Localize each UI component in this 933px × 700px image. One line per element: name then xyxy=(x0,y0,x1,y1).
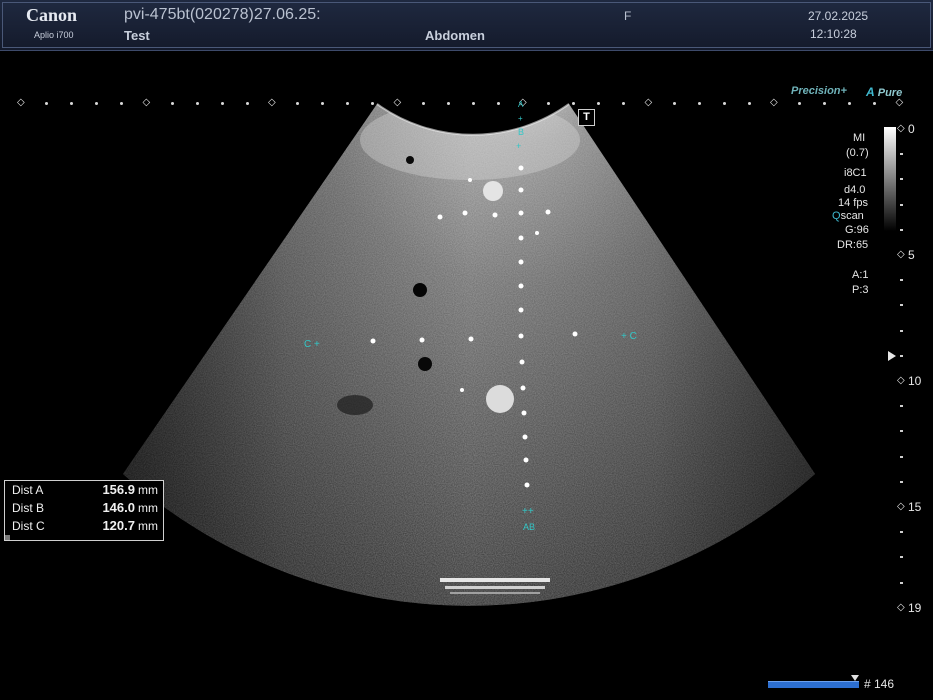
sector-image xyxy=(123,104,815,606)
lateral-scale-minor-tick xyxy=(421,102,425,105)
lateral-scale-minor-tick xyxy=(747,102,751,105)
lateral-scale-major-tick: ◇ xyxy=(393,97,402,108)
depth-label: 19 xyxy=(908,600,922,615)
measurement-unit: mm xyxy=(138,501,158,515)
qscan-label: Qscan xyxy=(832,210,864,222)
measurement-row: Dist A 156.9 mm xyxy=(5,481,163,499)
depth-minor-tick xyxy=(900,405,903,408)
measurement-unit: mm xyxy=(138,519,158,533)
depth-label: 10 xyxy=(908,374,922,388)
measurement-table-handle[interactable] xyxy=(5,535,10,540)
focus-marker[interactable] xyxy=(888,351,896,361)
lateral-scale-major-tick: ◇ xyxy=(644,97,653,108)
apure-label: A Pure xyxy=(866,85,902,99)
caliper-c-left[interactable]: C + xyxy=(304,340,320,350)
probe-name: i8C1 xyxy=(844,167,867,179)
depth-minor-tick xyxy=(900,203,903,206)
depth-minor-tick xyxy=(900,354,903,357)
p-value: P:3 xyxy=(852,284,869,296)
apure-text: Pure xyxy=(877,87,903,99)
transducer-orientation-marker: T xyxy=(578,109,595,126)
depth-focus: d4.0 xyxy=(844,184,866,196)
lateral-scale-minor-tick xyxy=(195,102,199,105)
lateral-scale-minor-tick xyxy=(220,102,224,105)
depth-major-tick: ◇ xyxy=(897,249,905,260)
measurement-value: 120.7 xyxy=(102,518,135,533)
depth-minor-tick xyxy=(900,329,903,332)
a-value: A:1 xyxy=(852,269,869,281)
depth-minor-tick xyxy=(900,556,903,559)
gain-value: G:96 xyxy=(845,224,869,236)
ultrasound-image xyxy=(123,103,815,606)
grayscale-bar xyxy=(884,127,896,231)
cine-progress-bar[interactable] xyxy=(768,681,859,688)
frame-count: # 146 xyxy=(864,677,895,691)
caliper-b-top-label: B xyxy=(518,127,525,137)
caliper-b-cross[interactable]: + xyxy=(516,141,521,151)
mi-label: MI xyxy=(853,132,866,144)
depth-label: 0 xyxy=(908,122,915,136)
caliper-a-top[interactable]: A xyxy=(518,100,523,110)
lateral-scale-minor-tick xyxy=(245,102,249,105)
lateral-scale-minor-tick xyxy=(672,102,676,105)
depth-minor-tick xyxy=(900,480,903,483)
lateral-scale-major-tick: ◇ xyxy=(17,97,25,108)
depth-minor-tick xyxy=(900,455,903,458)
caliper-b-top[interactable]: B xyxy=(518,127,524,137)
lateral-scale-minor-tick xyxy=(471,102,475,105)
depth-label: 5 xyxy=(908,248,915,262)
lateral-scale-minor-tick xyxy=(697,102,701,105)
qscan-rest: scan xyxy=(840,210,864,222)
depth-major-tick: ◇ xyxy=(897,375,905,386)
measurement-name: Dist A xyxy=(12,483,44,497)
caliper-c-right[interactable]: + C xyxy=(621,332,637,342)
caliper-c-left-label: C xyxy=(304,339,312,350)
depth-minor-tick xyxy=(900,228,903,231)
depth-major-tick: ◇ xyxy=(897,123,905,134)
mi-value: (0.7) xyxy=(846,147,869,159)
depth-minor-tick xyxy=(900,304,903,307)
measurement-name: Dist C xyxy=(12,519,45,533)
depth-label: 15 xyxy=(908,500,922,514)
lateral-scale-major-tick: ◇ xyxy=(770,97,778,108)
cine-pointer-icon[interactable] xyxy=(851,675,859,681)
lateral-scale-minor-tick xyxy=(446,102,450,105)
measurement-value: 146.0 xyxy=(102,500,135,515)
depth-minor-tick xyxy=(900,581,903,584)
caliper-ab-label: AB xyxy=(523,522,536,532)
measurement-name: Dist B xyxy=(12,501,45,515)
apure-a-letter: A xyxy=(866,85,875,99)
lateral-scale-minor-tick xyxy=(496,102,500,105)
dynamic-range: DR:65 xyxy=(837,239,869,251)
caliper-top-cross[interactable]: + xyxy=(518,114,523,124)
caliper-bottom-cross[interactable]: ++ xyxy=(522,507,534,517)
depth-minor-tick xyxy=(900,279,903,282)
measurement-row: Dist C 120.7 mm xyxy=(5,517,163,535)
measurement-value: 156.9 xyxy=(102,482,135,497)
lateral-scale-minor-tick xyxy=(722,102,726,105)
depth-minor-tick xyxy=(900,430,903,433)
depth-minor-tick xyxy=(900,178,903,181)
frame-rate: 14 fps xyxy=(838,197,868,209)
depth-minor-tick xyxy=(900,153,903,156)
depth-major-tick: ◇ xyxy=(897,601,905,613)
ultrasound-screen: Canon Aplio i700 pvi-475bt(020278)27.06.… xyxy=(0,0,933,700)
caliper-a-top-label: A xyxy=(518,100,524,109)
depth-major-tick: ◇ xyxy=(897,501,905,512)
caliper-ab-bottom[interactable]: AB xyxy=(523,522,535,532)
lateral-scale-major-tick: ◇ xyxy=(268,97,276,108)
depth-minor-tick xyxy=(900,531,903,534)
measurement-unit: mm xyxy=(138,483,158,497)
measurement-table: Dist A 156.9 mm Dist B 146.0 mm Dist C 1… xyxy=(4,480,164,541)
lateral-scale-major-tick: ◇ xyxy=(895,97,904,108)
precision-plus-label: Precision+ xyxy=(791,85,847,97)
lateral-scale-major-tick: ◇ xyxy=(142,97,151,108)
caliper-c-right-label: C xyxy=(629,331,637,342)
measurement-row: Dist B 146.0 mm xyxy=(5,499,163,517)
lateral-scale-minor-tick xyxy=(170,102,174,105)
